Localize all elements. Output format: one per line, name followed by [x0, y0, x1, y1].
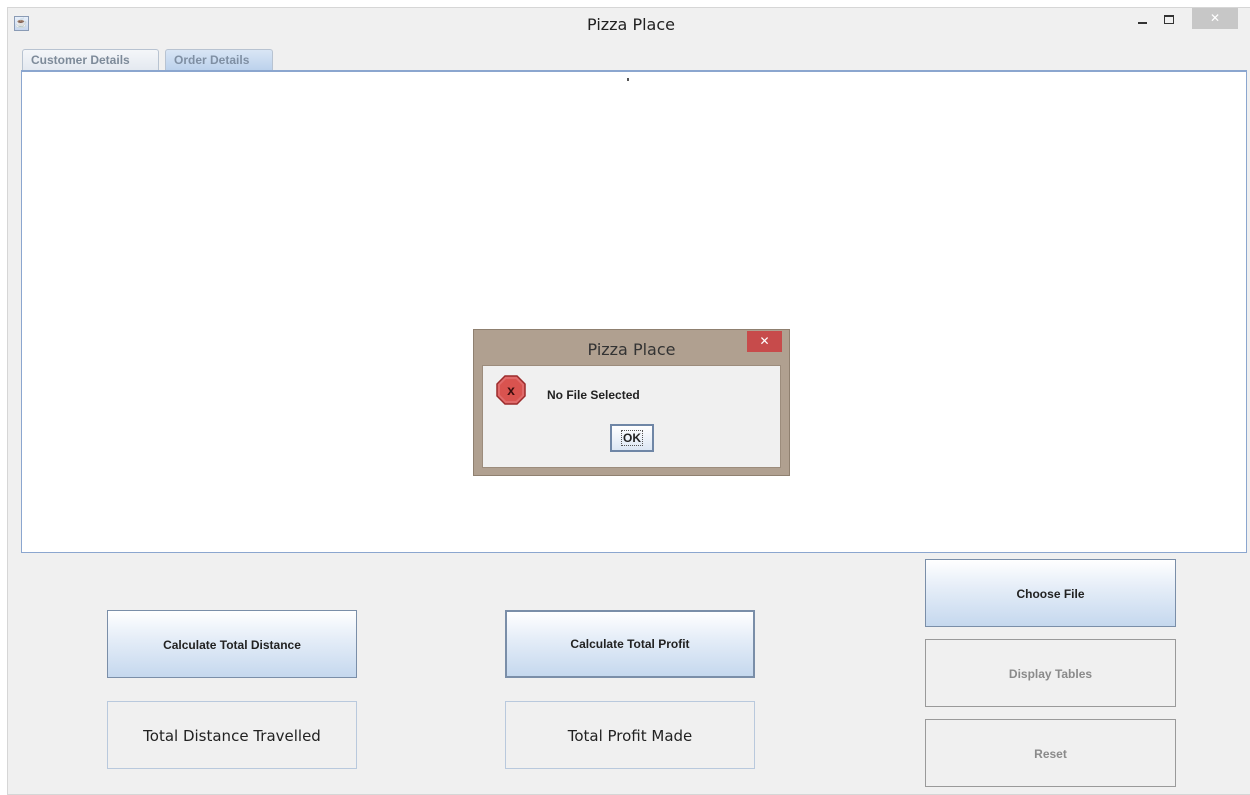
- ok-button-label: OK: [621, 430, 643, 446]
- dialog-title: Pizza Place: [587, 340, 676, 359]
- reset-button[interactable]: Reset: [925, 719, 1176, 787]
- window-title: Pizza Place: [587, 15, 675, 34]
- error-dialog: Pizza Place ✕ x No File Selected OK: [473, 329, 790, 476]
- total-profit-field: Total Profit Made: [505, 701, 755, 769]
- content-marker: [627, 78, 629, 81]
- tab-content-panel: [21, 70, 1247, 553]
- dialog-close-button[interactable]: ✕: [747, 331, 782, 352]
- title-bar[interactable]: ☕ Pizza Place ✕: [8, 8, 1250, 40]
- choose-file-button[interactable]: Choose File: [925, 559, 1176, 627]
- minimize-button[interactable]: [1132, 10, 1154, 30]
- total-distance-field: Total Distance Travelled: [107, 701, 357, 769]
- calculate-total-distance-button[interactable]: Calculate Total Distance: [107, 610, 357, 678]
- ok-button[interactable]: OK: [610, 424, 654, 452]
- error-icon: x: [496, 375, 526, 405]
- display-tables-button[interactable]: Display Tables: [925, 639, 1176, 707]
- calculate-total-profit-button[interactable]: Calculate Total Profit: [505, 610, 755, 678]
- maximize-button[interactable]: [1158, 10, 1180, 30]
- dialog-message: No File Selected: [547, 388, 640, 402]
- tab-order-details[interactable]: Order Details: [165, 49, 273, 70]
- close-window-button[interactable]: ✕: [1192, 8, 1238, 29]
- dialog-body: x No File Selected OK: [482, 365, 781, 468]
- tab-customer-details[interactable]: Customer Details: [22, 49, 159, 70]
- error-icon-glyph: x: [507, 382, 515, 398]
